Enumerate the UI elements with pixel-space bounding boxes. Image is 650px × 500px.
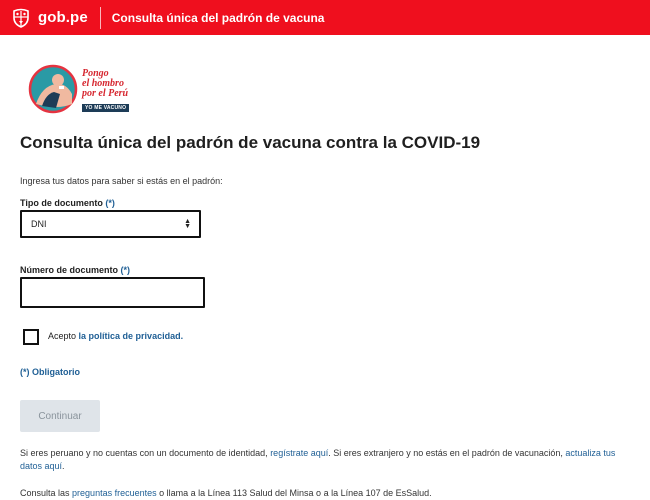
- campaign-tag: YO ME VACUNO: [82, 104, 130, 112]
- doc-number-label: Número de documento (*): [20, 265, 131, 275]
- campaign-slogan: Pongo el hombro por el Perú: [82, 68, 129, 99]
- peru-coat-of-arms-icon: [13, 8, 29, 28]
- header-title: Consulta única del padrón de vacuna: [111, 10, 325, 25]
- page-title: Consulta única del padrón de vacuna cont…: [20, 133, 481, 152]
- top-bar: gob.pe Consulta única del padrón de vacu…: [0, 0, 650, 35]
- gobpe-logo[interactable]: gob.pe: [10, 0, 88, 35]
- campaign-illustration-icon: [28, 64, 78, 114]
- brand-name: gob.pe: [38, 9, 88, 26]
- privacy-policy-link[interactable]: la política de privacidad.: [79, 331, 184, 341]
- footer-help-text: Consulta las preguntas frecuentes o llam…: [20, 488, 432, 498]
- register-link[interactable]: regístrate aquí: [270, 448, 328, 458]
- faq-link[interactable]: preguntas frecuentes: [72, 488, 157, 498]
- doc-type-selected-value: DNI: [31, 219, 47, 229]
- campaign-logo: Pongo el hombro por el Perú YO ME VACUNO: [28, 64, 140, 116]
- doc-number-input[interactable]: [20, 277, 205, 308]
- header-divider: [99, 6, 101, 29]
- privacy-consent-text: Acepto la política de privacidad.: [48, 331, 184, 341]
- doc-type-select[interactable]: DNI ▲ ▼: [20, 210, 201, 238]
- privacy-checkbox[interactable]: [23, 329, 39, 345]
- footer-register-text: Si eres peruano y no cuentas con un docu…: [20, 448, 616, 471]
- continue-button[interactable]: Continuar: [20, 400, 100, 432]
- intro-text: Ingresa tus datos para saber si estás en…: [20, 176, 223, 186]
- select-arrows-icon: ▲ ▼: [184, 218, 191, 230]
- doc-type-label: Tipo de documento (*): [20, 198, 115, 208]
- mandatory-note: (*) Obligatorio: [20, 367, 80, 377]
